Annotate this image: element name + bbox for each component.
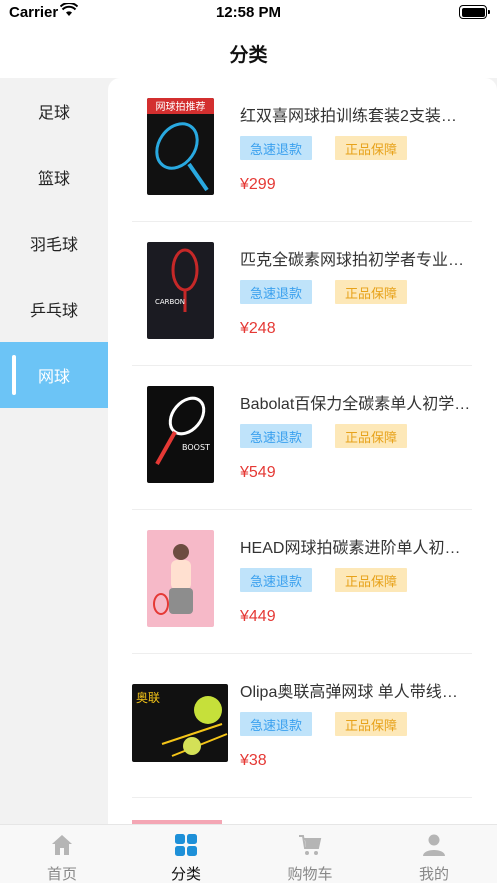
tab-bar: 首页 分类 购物车 我的 [0, 824, 497, 883]
genuine-guarantee-badge: 正品保障 [335, 280, 407, 304]
tab-cart[interactable]: 购物车 [248, 825, 372, 883]
product-title: Babolat百保力全碳素单人初学者网球拍 [240, 396, 472, 413]
tab-category[interactable]: 分类 [124, 825, 248, 883]
product-price: ¥299 [240, 176, 276, 193]
fast-refund-badge: 急速退款 [240, 136, 312, 160]
product-price: ¥248 [240, 320, 276, 337]
product-title: HEAD网球拍碳素进阶单人初学者 [240, 540, 472, 557]
genuine-guarantee-badge: 正品保障 [335, 568, 407, 592]
category-item-football[interactable]: 足球 [0, 78, 108, 144]
fast-refund-badge: 急速退款 [240, 424, 312, 448]
image-text: 奥联 [136, 691, 160, 705]
genuine-guarantee-badge: 正品保障 [335, 424, 407, 448]
product-image: BOOST [147, 386, 214, 483]
product-item[interactable]: 网球拍推荐 红双喜网球拍训练套装2支装单人初学者 急速退款 正品保障 ¥299 [132, 78, 472, 222]
genuine-guarantee-badge: 正品保障 [335, 712, 407, 736]
image-text: BOOST [182, 443, 210, 452]
tab-label: 首页 [46, 866, 77, 883]
category-item-table-tennis[interactable]: 乒乓球 [0, 276, 108, 342]
page-title: 分类 [229, 45, 268, 66]
tab-label: 分类 [170, 866, 201, 883]
product-item[interactable]: HEAD网球拍碳素进阶单人初学者 急速退款 正品保障 ¥449 [132, 510, 472, 654]
tab-home[interactable]: 首页 [0, 825, 124, 883]
clock: 12:58 PM [215, 4, 282, 21]
category-item-badminton[interactable]: 羽毛球 [0, 210, 108, 276]
battery-icon [459, 5, 490, 19]
tab-mine[interactable]: 我的 [372, 825, 496, 883]
fast-refund-badge: 急速退款 [240, 568, 312, 592]
image-text: 网球拍推荐 [156, 100, 206, 113]
product-price: ¥449 [240, 608, 276, 625]
tab-label: 我的 [418, 866, 449, 883]
user-icon [422, 833, 446, 857]
product-image: 奥联 [132, 684, 228, 762]
product-price: ¥38 [240, 752, 267, 769]
cart-icon [298, 833, 322, 857]
product-item[interactable]: 奥联 Olipa奥联高弹网球 单人带线训练器 急速退款 正品保障 ¥38 [132, 654, 472, 798]
product-title: Olipa奥联高弹网球 单人带线训练器 [240, 684, 472, 701]
genuine-guarantee-badge: 正品保障 [335, 136, 407, 160]
product-title: 红双喜网球拍训练套装2支装单人初学者 [240, 108, 472, 125]
category-grid-icon [174, 833, 198, 857]
product-price: ¥549 [240, 464, 276, 481]
category-item-tennis[interactable]: 网球 [0, 342, 108, 408]
category-item-basketball[interactable]: 篮球 [0, 144, 108, 210]
navigation-bar: 分类 [0, 26, 497, 78]
product-item[interactable]: CARBON 匹克全碳素网球拍初学者专业单人 急速退款 正品保障 ¥248 [132, 222, 472, 366]
product-image [147, 530, 214, 627]
category-sidebar: 足球 篮球 羽毛球 乒乓球 网球 [0, 78, 108, 824]
status-bar: Carrier 12:58 PM [0, 0, 497, 26]
fast-refund-badge: 急速退款 [240, 280, 312, 304]
product-image: 网球拍推荐 [147, 98, 214, 195]
product-list: 网球拍推荐 红双喜网球拍训练套装2支装单人初学者 急速退款 正品保障 ¥299 … [108, 78, 497, 824]
home-icon [50, 833, 74, 857]
product-title: 匹克全碳素网球拍初学者专业单人 [240, 252, 472, 269]
fast-refund-badge: 急速退款 [240, 712, 312, 736]
product-image: CARBON [147, 242, 214, 339]
image-text: CARBON [155, 298, 185, 306]
tab-label: 购物车 [287, 866, 333, 883]
product-item[interactable]: BOOST Babolat百保力全碳素单人初学者网球拍 急速退款 正品保障 ¥5… [132, 366, 472, 510]
